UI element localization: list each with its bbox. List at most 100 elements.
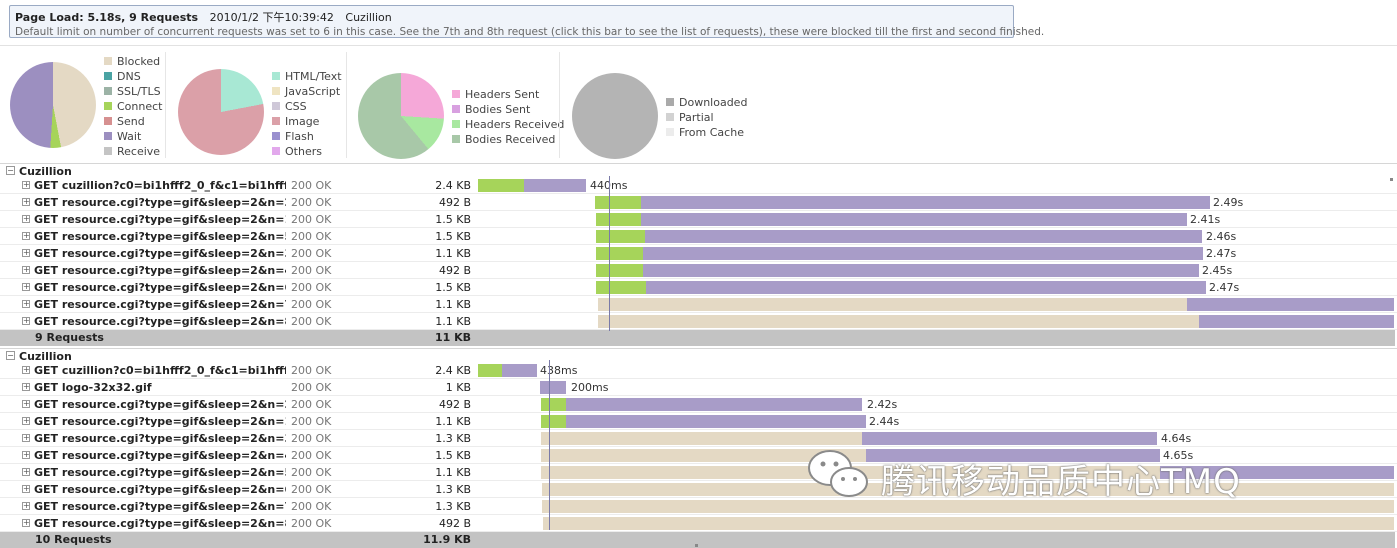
timeline-bar-segment[interactable] [502, 364, 537, 377]
request-url[interactable]: GET resource.cgi?type=gif&sleep=2&n=2& [34, 196, 286, 209]
request-url[interactable]: GET resource.cgi?type=gif&sleep=2&n=4& [34, 449, 286, 462]
request-url[interactable]: GET resource.cgi?type=gif&sleep=2&n=3& [34, 247, 286, 260]
request-url[interactable]: GET cuzillion?c0=bi1hfff2_0_f&c1=bi1hfff [34, 364, 286, 377]
request-url[interactable]: GET resource.cgi?type=gif&sleep=2&n=8& [34, 517, 286, 530]
request-row[interactable]: + GET resource.cgi?type=gif&sleep=2&n=1& 2… [0, 211, 1397, 228]
legend-swatch [452, 135, 460, 143]
legend-label: Others [285, 145, 322, 158]
timeline-bar-segment[interactable] [645, 230, 1202, 243]
request-status: 200 OK [291, 315, 332, 328]
expand-toggle-icon[interactable]: + [22, 502, 30, 510]
request-row[interactable]: + GET resource.cgi?type=gif&sleep=2&n=4& 2… [0, 262, 1397, 279]
request-url[interactable]: GET resource.cgi?type=gif&sleep=2&n=8& [34, 315, 286, 328]
request-row[interactable]: + GET resource.cgi?type=gif&sleep=2&n=5& 2… [0, 228, 1397, 245]
legend-label: Connect [117, 100, 163, 113]
request-url[interactable]: GET resource.cgi?type=gif&sleep=2&n=6& [34, 281, 286, 294]
timeline-bar-segment[interactable] [595, 196, 641, 209]
legend-label: SSL/TLS [117, 85, 161, 98]
request-row[interactable]: + GET resource.cgi?type=gif&sleep=2&n=6& 2… [0, 279, 1397, 296]
pie-separator [346, 52, 347, 158]
request-url[interactable]: GET resource.cgi?type=gif&sleep=2&n=7& [34, 298, 286, 311]
expand-toggle-icon[interactable]: + [22, 198, 30, 206]
request-size: 492 B [438, 196, 471, 209]
timeline-bar-segment[interactable] [543, 517, 1394, 530]
timeline-bar-segment[interactable] [598, 298, 1187, 311]
timeline-bar-segment[interactable] [862, 432, 1157, 445]
request-url[interactable]: GET resource.cgi?type=gif&sleep=2&n=5& [34, 230, 286, 243]
expand-toggle-icon[interactable]: + [22, 266, 30, 274]
request-row[interactable]: + GET resource.cgi?type=gif&sleep=2&n=1& 2… [0, 413, 1397, 430]
legend-label: Wait [117, 130, 142, 143]
timeline-bar-segment[interactable] [541, 398, 566, 411]
request-url[interactable]: GET resource.cgi?type=gif&sleep=2&n=3& [34, 432, 286, 445]
resize-handle[interactable] [1390, 178, 1393, 181]
timeline-bar-segment[interactable] [524, 179, 586, 192]
expand-toggle-icon[interactable]: + [22, 283, 30, 291]
request-row[interactable]: + GET resource.cgi?type=gif&sleep=2&n=2& 2… [0, 194, 1397, 211]
expand-toggle-icon[interactable]: + [22, 232, 30, 240]
request-row[interactable]: + GET cuzillion?c0=bi1hfff2_0_f&c1=bi1hff… [0, 177, 1397, 194]
expand-toggle-icon[interactable]: + [22, 181, 30, 189]
request-url[interactable]: GET resource.cgi?type=gif&sleep=2&n=1& [34, 213, 286, 226]
legend-item: Headers Received [452, 117, 564, 132]
timeline-bar-segment[interactable] [646, 281, 1206, 294]
timeline-bar-segment[interactable] [596, 213, 641, 226]
timeline-bar-segment[interactable] [478, 179, 524, 192]
expand-toggle-icon[interactable]: + [22, 468, 30, 476]
timeline-bar-segment[interactable] [1199, 315, 1394, 328]
request-row[interactable]: + GET resource.cgi?type=gif&sleep=2&n=8& 2… [0, 515, 1397, 532]
expand-toggle-icon[interactable]: + [22, 400, 30, 408]
timeline-bar-segment[interactable] [596, 230, 645, 243]
timeline-bar-segment[interactable] [596, 264, 643, 277]
timeline-bar-segment[interactable] [596, 281, 646, 294]
timeline-bar-segment[interactable] [643, 264, 1199, 277]
request-row[interactable]: + GET resource.cgi?type=gif&sleep=2&n=7& 2… [0, 296, 1397, 313]
timeline-bar-segment[interactable] [641, 196, 1210, 209]
request-url[interactable]: GET resource.cgi?type=gif&sleep=2&n=5& [34, 466, 286, 479]
request-row[interactable]: + GET cuzillion?c0=bi1hfff2_0_f&c1=bi1hff… [0, 362, 1397, 379]
expand-toggle-icon[interactable]: + [22, 215, 30, 223]
timeline-bar-segment[interactable] [598, 315, 1199, 328]
request-size: 492 B [438, 517, 471, 530]
group-header[interactable]: − Cuzillion [0, 348, 1397, 363]
collapse-toggle-icon[interactable]: − [6, 166, 15, 175]
timeline-bar-segment[interactable] [643, 247, 1203, 260]
expand-toggle-icon[interactable]: + [22, 366, 30, 374]
request-url[interactable]: GET cuzillion?c0=bi1hfff2_0_f&c1=bi1hfff [34, 179, 286, 192]
request-row[interactable]: + GET logo-32x32.gif 200 OK 1 KB 200ms [0, 379, 1397, 396]
request-url[interactable]: GET resource.cgi?type=gif&sleep=2&n=2& [34, 398, 286, 411]
timeline-bar-segment[interactable] [541, 415, 566, 428]
timeline-bar-segment[interactable] [1187, 298, 1394, 311]
request-row[interactable]: + GET resource.cgi?type=gif&sleep=2&n=2& 2… [0, 396, 1397, 413]
expand-toggle-icon[interactable]: + [22, 317, 30, 325]
expand-toggle-icon[interactable]: + [22, 434, 30, 442]
expand-toggle-icon[interactable]: + [22, 300, 30, 308]
group-header[interactable]: − Cuzillion [0, 163, 1397, 178]
request-row[interactable]: + GET resource.cgi?type=gif&sleep=2&n=8& 2… [0, 313, 1397, 330]
request-url[interactable]: GET logo-32x32.gif [34, 381, 286, 394]
timeline-bar-segment[interactable] [596, 247, 643, 260]
request-url[interactable]: GET resource.cgi?type=gif&sleep=2&n=1& [34, 415, 286, 428]
timeline-bar-segment[interactable] [566, 398, 862, 411]
legend-swatch [104, 132, 112, 140]
expand-toggle-icon[interactable]: + [22, 451, 30, 459]
timeline-bar-segment[interactable] [641, 213, 1187, 226]
timeline-bar-segment[interactable] [478, 364, 502, 377]
summary-request-count: 10 Requests [35, 533, 112, 546]
resize-handle[interactable] [695, 544, 698, 547]
request-row[interactable]: + GET resource.cgi?type=gif&sleep=2&n=3& 2… [0, 245, 1397, 262]
request-url[interactable]: GET resource.cgi?type=gif&sleep=2&n=4& [34, 264, 286, 277]
request-url[interactable]: GET resource.cgi?type=gif&sleep=2&n=6& [34, 483, 286, 496]
timeline-bar-segment[interactable] [540, 381, 566, 394]
timeline-bar-segment[interactable] [566, 415, 866, 428]
expand-toggle-icon[interactable]: + [22, 417, 30, 425]
page-load-tooltip[interactable]: Page Load: 5.18s, 9 Requests 2010/1/2 下午… [9, 5, 1044, 38]
request-url[interactable]: GET resource.cgi?type=gif&sleep=2&n=7& [34, 500, 286, 513]
expand-toggle-icon[interactable]: + [22, 485, 30, 493]
expand-toggle-icon[interactable]: + [22, 249, 30, 257]
expand-toggle-icon[interactable]: + [22, 383, 30, 391]
request-status: 200 OK [291, 247, 332, 260]
expand-toggle-icon[interactable]: + [22, 519, 30, 527]
request-row[interactable]: + GET resource.cgi?type=gif&sleep=2&n=3& 2… [0, 430, 1397, 447]
collapse-toggle-icon[interactable]: − [6, 351, 15, 360]
